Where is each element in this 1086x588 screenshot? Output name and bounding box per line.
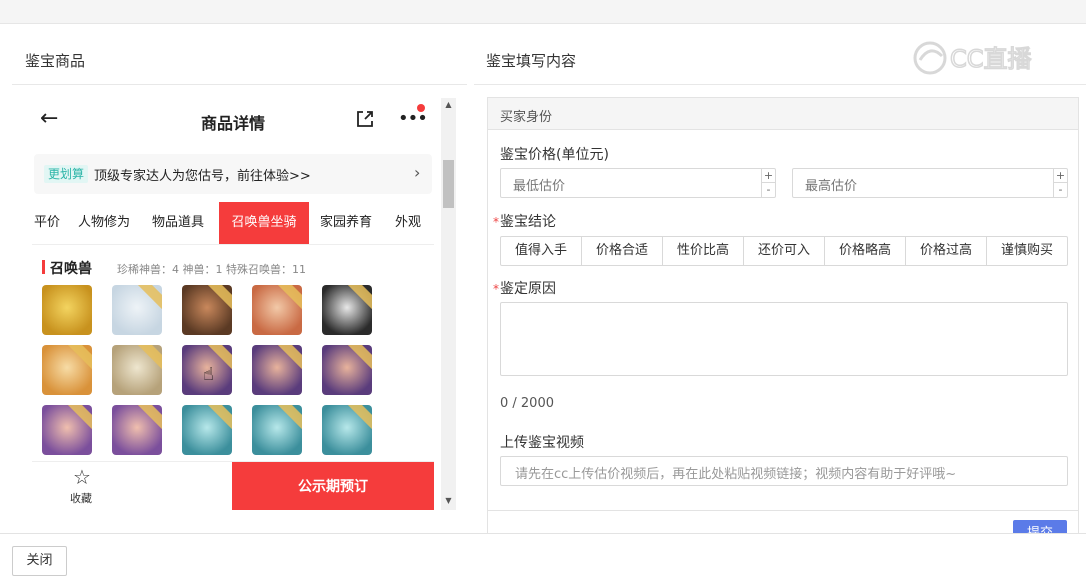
- promo-text: 顶级专家达人为您估号，前往体验>>: [94, 169, 311, 184]
- form-section-header: 买家身份: [488, 98, 1078, 130]
- dialog-footer: 关闭: [0, 533, 1086, 588]
- scroll-up-arrow-icon[interactable]: ▲: [441, 100, 456, 112]
- conclusion-option[interactable]: 性价比高: [663, 237, 744, 265]
- tile-corner-badge: [136, 285, 162, 312]
- scroll-down-arrow-icon[interactable]: ▼: [441, 496, 456, 508]
- video-label: 上传鉴宝视频: [500, 435, 584, 451]
- cc-logo-watermark: CC直播: [910, 38, 1060, 78]
- price-label: 鉴宝价格(单位元): [500, 147, 609, 163]
- section-accent-bar: [42, 260, 45, 274]
- chevron-right-icon: ›: [414, 163, 421, 182]
- right-divider: [474, 84, 1086, 85]
- preview-nav-bar: ← 商品详情 •••: [32, 98, 434, 142]
- conclusion-option[interactable]: 价格合适: [582, 237, 663, 265]
- summon-tile[interactable]: [182, 405, 232, 455]
- video-link-input[interactable]: 请先在cc上传估价视频后，再在此处粘贴视频链接；视频内容有助于好评哦~: [500, 456, 1068, 486]
- summon-tile[interactable]: [322, 405, 372, 455]
- left-divider: [12, 84, 467, 85]
- summon-tile[interactable]: [42, 345, 92, 395]
- max-price-input[interactable]: 最高估价 + -: [792, 168, 1068, 198]
- max-price-placeholder: 最高估价: [805, 179, 858, 194]
- tabs-divider: [32, 244, 434, 245]
- promo-banner[interactable]: 更划算 顶级专家达人为您估号，前往体验>> ›: [34, 154, 432, 194]
- reserve-button[interactable]: 公示期预订: [232, 462, 434, 510]
- tile-corner-badge: [66, 405, 92, 432]
- decrement-icon[interactable]: -: [762, 183, 775, 197]
- tile-corner-badge: [66, 345, 92, 372]
- conclusion-option[interactable]: 价格略高: [825, 237, 906, 265]
- increment-icon[interactable]: +: [762, 169, 775, 183]
- tile-corner-badge: [276, 285, 302, 312]
- star-icon[interactable]: ☆: [73, 465, 91, 489]
- tab-character[interactable]: 人物修为: [72, 202, 136, 244]
- section-label: 买家身份: [500, 110, 553, 125]
- tab-items[interactable]: 物品道具: [146, 202, 210, 244]
- summon-tile[interactable]: [322, 345, 372, 395]
- preview-bottom-bar: ☆ 收藏 公示期预订: [32, 461, 434, 510]
- conclusion-label: *鉴宝结论: [493, 211, 556, 231]
- tile-corner-badge: [276, 345, 302, 372]
- scroll-thumb[interactable]: [443, 160, 454, 208]
- conclusion-options: 值得入手 价格合适 性价比高 还价可入 价格略高 价格过高 谨慎购买: [500, 236, 1068, 266]
- left-panel-title: 鉴宝商品: [25, 52, 86, 70]
- summon-tile[interactable]: [112, 405, 162, 455]
- summon-tile[interactable]: [252, 285, 302, 335]
- summon-stats: 珍稀神兽：4 神兽：1 特殊召唤兽：11: [117, 263, 306, 276]
- tab-summon-mount[interactable]: 召唤兽坐骑: [219, 202, 309, 244]
- summon-title: 召唤兽: [50, 261, 92, 277]
- max-price-stepper: + -: [1053, 169, 1067, 197]
- share-icon[interactable]: [354, 108, 376, 130]
- required-mark: *: [493, 282, 499, 296]
- summon-tile[interactable]: [182, 285, 232, 335]
- conclusion-label-text: 鉴宝结论: [500, 214, 556, 230]
- close-button[interactable]: 关闭: [12, 546, 67, 576]
- required-mark: *: [493, 215, 499, 229]
- conclusion-option[interactable]: 值得入手: [501, 237, 582, 265]
- tab-appearance[interactable]: 外观: [388, 202, 428, 244]
- min-price-placeholder: 最低估价: [513, 179, 566, 194]
- preview-scrollbar[interactable]: ▲ ▼: [441, 98, 456, 510]
- conclusion-option[interactable]: 谨慎购买: [987, 237, 1067, 265]
- tile-corner-badge: [346, 345, 372, 372]
- tab-pingjia[interactable]: 平价: [32, 202, 62, 244]
- conclusion-option[interactable]: 价格过高: [906, 237, 987, 265]
- favorite-label: 收藏: [70, 492, 92, 505]
- watermark-text: CC直播: [950, 45, 1032, 73]
- tile-corner-badge: [346, 285, 372, 312]
- right-panel-title: 鉴宝填写内容: [486, 52, 577, 70]
- tile-corner-badge: [206, 405, 232, 432]
- conclusion-option[interactable]: 还价可入: [744, 237, 825, 265]
- char-counter: 0 / 2000: [500, 396, 554, 411]
- form-footer-divider: [488, 510, 1078, 511]
- min-price-stepper: + -: [761, 169, 775, 197]
- video-link-placeholder: 请先在cc上传估价视频后，再在此处粘贴视频链接；视频内容有助于好评哦~: [515, 467, 957, 482]
- summon-tile[interactable]: [252, 345, 302, 395]
- reason-label: *鉴定原因: [493, 278, 556, 298]
- reason-label-text: 鉴定原因: [500, 281, 556, 297]
- summon-tile[interactable]: [112, 285, 162, 335]
- summon-tile[interactable]: [322, 285, 372, 335]
- top-bar: [0, 0, 1086, 24]
- summon-tile[interactable]: [252, 405, 302, 455]
- increment-icon[interactable]: +: [1054, 169, 1067, 183]
- tile-corner-badge: [346, 405, 372, 432]
- promo-tag: 更划算: [44, 165, 89, 183]
- appraisal-form: 买家身份 鉴宝价格(单位元) 最低估价 + - 最高估价 + - *鉴宝结论 值…: [487, 97, 1079, 548]
- min-price-input[interactable]: 最低估价 + -: [500, 168, 776, 198]
- summon-tile[interactable]: [42, 405, 92, 455]
- summon-tile[interactable]: [112, 345, 162, 395]
- tile-corner-badge: [206, 285, 232, 312]
- notification-dot: [417, 104, 425, 112]
- reason-textarea[interactable]: [500, 302, 1068, 376]
- tab-home[interactable]: 家园养育: [314, 202, 378, 244]
- decrement-icon[interactable]: -: [1054, 183, 1067, 197]
- product-detail-preview: ← 商品详情 ••• 更划算 顶级专家达人为您估号，前往体验>> › 平价 人物…: [32, 98, 434, 510]
- hand-cursor-icon: ☝: [203, 364, 214, 385]
- summon-tile[interactable]: [42, 285, 92, 335]
- tile-corner-badge: [136, 345, 162, 372]
- category-tabs: 平价 人物修为 物品道具 召唤兽坐骑 家园养育 外观: [32, 202, 434, 244]
- tile-corner-badge: [276, 405, 302, 432]
- tile-corner-badge: [136, 405, 162, 432]
